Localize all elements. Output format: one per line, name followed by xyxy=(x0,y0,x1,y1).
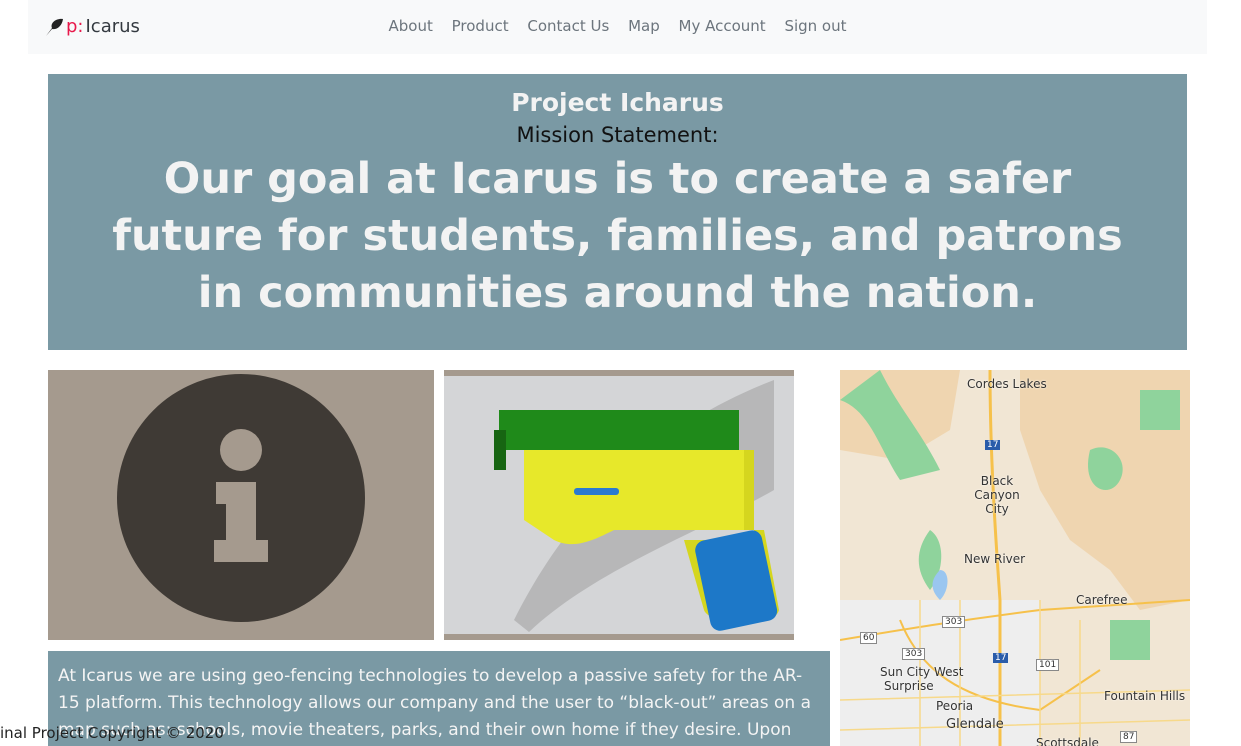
route-shield: 17 xyxy=(993,653,1009,663)
nav-sign-out[interactable]: Sign out xyxy=(784,17,846,35)
route-shield: 87 xyxy=(1120,731,1138,743)
route-shield: 101 xyxy=(1036,659,1060,671)
route-shield: 60 xyxy=(860,632,878,644)
hero: Project Icharus Mission Statement: Our g… xyxy=(48,74,1187,350)
nav-map[interactable]: Map xyxy=(628,17,660,35)
map-label: Fountain Hills xyxy=(1104,689,1186,703)
product-image xyxy=(444,370,794,640)
map-label: Peoria xyxy=(936,699,974,713)
footer-copyright: inal Project Copyright © 2020 xyxy=(0,724,224,742)
map-label: New River xyxy=(964,552,1026,566)
map-label: Scottsdale xyxy=(1036,736,1099,746)
mission-statement: Our goal at Icarus is to create a safer … xyxy=(112,154,1123,318)
nav-product[interactable]: Product xyxy=(452,17,509,35)
map-label: Sun City West xyxy=(880,665,964,679)
route-shield: 303 xyxy=(942,616,966,628)
map-label: Glendale xyxy=(946,717,1004,732)
map[interactable]: Cordes Lakes Black Canyon City New River… xyxy=(840,370,1190,746)
info-image xyxy=(48,370,434,640)
navbar: p: Icarus About Product Contact Us Map My… xyxy=(28,0,1207,54)
hero-subtitle: Mission Statement: xyxy=(516,123,719,147)
route-shield: 17 xyxy=(985,440,1001,450)
map-label: Surprise xyxy=(884,679,934,693)
map-label: Carefree xyxy=(1076,593,1128,607)
map-label: Cordes Lakes xyxy=(967,377,1047,391)
info-circle-icon xyxy=(117,374,365,622)
map-label: Black Canyon City xyxy=(974,474,1020,516)
hero-title: Project Icharus xyxy=(511,88,724,117)
route-shield: 303 xyxy=(902,648,926,660)
nav-contact[interactable]: Contact Us xyxy=(527,17,609,35)
nav-my-account[interactable]: My Account xyxy=(679,17,766,35)
nav-about[interactable]: About xyxy=(388,17,432,35)
